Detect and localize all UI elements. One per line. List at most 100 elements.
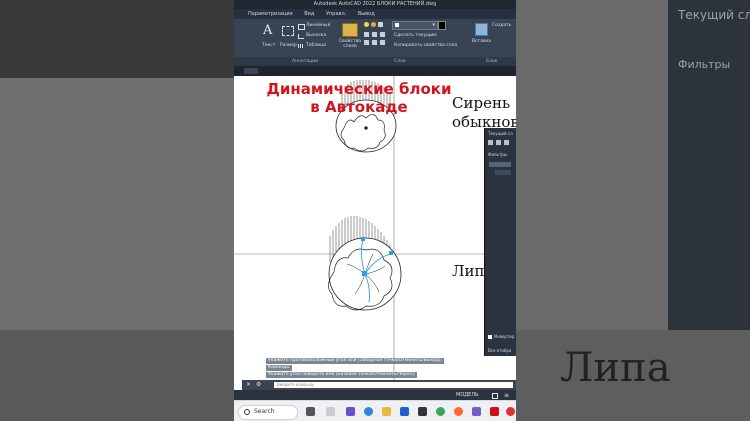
dimension-tool-button[interactable]: Размер [280, 23, 297, 49]
layer-tool-icon[interactable] [364, 32, 369, 37]
chrome-icon[interactable] [436, 407, 445, 416]
sun-icon [371, 22, 376, 27]
layer-tool-icon[interactable] [372, 32, 377, 37]
app-icon[interactable] [472, 407, 481, 416]
menu-item-manage[interactable]: Управл. [326, 11, 346, 17]
windows-taskbar: Search [234, 400, 516, 421]
search-icon [244, 409, 250, 415]
ribbon-panel-titles: Аннотации Слои Блок [234, 57, 516, 66]
window-title: Autodesk AutoCAD 2022 БЛОКИ РАСТЕНИЙ.dwg [234, 0, 516, 9]
menu-item-parametrization[interactable]: Параметризация [248, 11, 293, 17]
layer-color-swatch [395, 23, 399, 27]
create-block-label[interactable]: Создать [492, 23, 511, 28]
siren-label: Сирень обыкнов [452, 94, 516, 131]
text-tool-button[interactable]: A Текст [262, 23, 276, 49]
browser-icon[interactable] [454, 407, 463, 416]
leader-icon [298, 34, 304, 39]
filter-tree-child[interactable] [495, 170, 511, 175]
siren-center-dot [364, 126, 368, 130]
app-icon-2[interactable] [506, 407, 515, 416]
layer-tool-icon[interactable] [380, 40, 385, 45]
grip-point [389, 251, 393, 255]
layer-panel-header: Текущий сл [488, 131, 513, 136]
background-panel-filters: Фильтры [678, 58, 731, 71]
layer-properties-panel: Текущий сл Фильтры Инвертир Все отобра [484, 128, 516, 356]
background-left-bottom [0, 330, 234, 421]
layer-tool-icon[interactable] [372, 40, 377, 45]
leader-label: Выноска [306, 33, 327, 38]
status-bar: МОДЕЛЬ ≡ [234, 390, 516, 400]
text-tool-label: Текст [262, 43, 276, 48]
linear-button[interactable]: Линейный [298, 22, 334, 30]
model-tab[interactable]: МОДЕЛЬ [456, 392, 479, 398]
table-button[interactable]: Таблица [298, 42, 334, 50]
autocad-icon[interactable] [490, 407, 499, 416]
table-icon [298, 44, 303, 48]
text-icon: A [263, 23, 273, 38]
menu-icon[interactable]: ≡ [504, 392, 509, 399]
layer-tool-icon[interactable] [380, 32, 385, 37]
grip-point [362, 271, 367, 276]
layers-panel-title[interactable]: Слои [394, 57, 406, 66]
block-panel-title[interactable]: Блок [486, 57, 497, 66]
task-view-icon[interactable] [306, 407, 315, 416]
set-current-label[interactable]: Сделать текущим [394, 33, 437, 38]
linear-label: Линейный [306, 23, 331, 28]
terminal-icon[interactable] [418, 407, 427, 416]
command-history-line: Укажите противоположный угол или [Заборн… [266, 358, 445, 364]
grid-icon[interactable] [492, 393, 498, 399]
command-line: × ⚙ Введите команду [242, 380, 516, 390]
layer-tool-grid [364, 32, 390, 50]
insert-label: Вставка [472, 39, 492, 44]
lipa-block [328, 216, 402, 311]
layer-properties-button[interactable]: Свойства слоев [338, 22, 362, 52]
autocad-screenshot: Autodesk AutoCAD 2022 БЛОКИ РАСТЕНИЙ.dwg… [234, 0, 516, 421]
layer-color-black[interactable] [438, 21, 446, 30]
insert-button[interactable]: Вставка [472, 22, 492, 52]
command-input[interactable]: Введите команду [274, 382, 513, 388]
dropbox-icon[interactable] [400, 407, 409, 416]
menu-item-output[interactable]: Вывод [358, 11, 375, 17]
widgets-icon[interactable] [326, 407, 335, 416]
command-history-line: Команда: [266, 365, 293, 371]
insert-icon [475, 23, 488, 36]
taskbar-search[interactable]: Search [238, 405, 298, 420]
search-label: Search [254, 408, 275, 415]
all-used-label: Все отобра [488, 348, 512, 353]
camera-icon[interactable] [346, 407, 355, 416]
layer-tool-icon[interactable] [364, 40, 369, 45]
overlay-title: Динамические блоки в Автокаде [266, 80, 452, 116]
command-history-line: Укажите угол поворота или [Базовая точка… [266, 372, 418, 378]
background-layer-panel [668, 0, 750, 330]
folder-icon[interactable] [496, 140, 501, 145]
table-label: Таблица [306, 43, 326, 48]
layer-properties-label: Свойства слоев [339, 39, 361, 49]
grip-point [361, 237, 365, 241]
layer-dropdown[interactable]: ▾ [392, 21, 438, 30]
layer-icon[interactable] [504, 140, 509, 145]
linear-icon [298, 24, 305, 30]
filters-label: Фильтры [488, 152, 507, 157]
invert-filter-checkbox[interactable] [488, 335, 492, 339]
explorer-icon[interactable] [382, 407, 391, 416]
invert-filter-label: Инвертир [494, 334, 515, 339]
filter-tree-root[interactable] [489, 162, 511, 167]
copy-layer-props-label[interactable]: Копировать свойства слоя [394, 43, 457, 48]
bulb-icon [364, 22, 369, 27]
edge-icon[interactable] [364, 407, 373, 416]
leader-button[interactable]: Выноска [298, 32, 334, 40]
wrench-icon[interactable]: ⚙ [256, 381, 261, 388]
close-icon[interactable]: × [246, 381, 251, 388]
lock-icon [378, 22, 383, 27]
menu-bar: Параметризация Вид Управл. Вывод [234, 9, 516, 19]
menu-item-view[interactable]: Вид [304, 11, 314, 17]
chevron-down-icon: ▾ [432, 22, 435, 28]
new-layer-icon[interactable] [488, 140, 493, 145]
file-tab[interactable] [244, 68, 258, 74]
file-tab-strip [234, 66, 516, 76]
layer-properties-icon [342, 23, 358, 37]
dimension-icon [282, 26, 294, 36]
annotation-panel-title[interactable]: Аннотации [292, 57, 318, 66]
background-panel-header: Текущий сло [678, 8, 750, 22]
dimension-tool-label: Размер [280, 43, 297, 48]
